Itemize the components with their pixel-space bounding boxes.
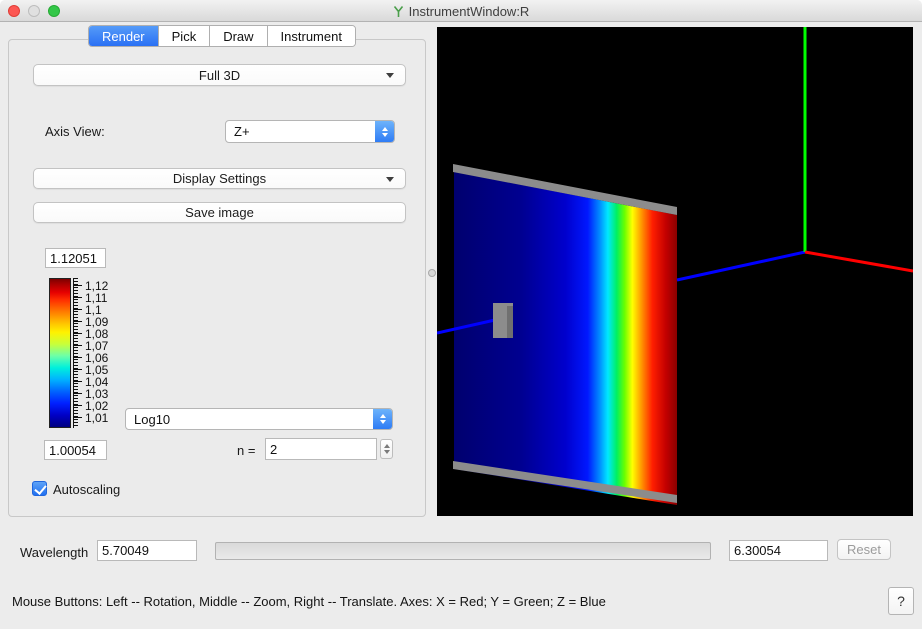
app-icon bbox=[393, 5, 404, 18]
save-image-label: Save image bbox=[185, 205, 254, 220]
x-axis-line bbox=[805, 252, 913, 271]
z-axis-line bbox=[677, 252, 805, 280]
tab-bar: RenderPickDrawInstrument bbox=[88, 25, 356, 47]
power-stepper[interactable] bbox=[380, 439, 393, 459]
combobox-arrows-icon bbox=[375, 121, 394, 142]
splitter-handle[interactable] bbox=[428, 269, 436, 277]
scale-type-value: Log10 bbox=[134, 412, 170, 427]
wavelength-max-input[interactable]: 6.30054 bbox=[729, 540, 828, 561]
window-title: InstrumentWindow:R bbox=[409, 4, 530, 19]
wavelength-label: Wavelength bbox=[20, 545, 88, 560]
wavelength-min-input[interactable]: 5.70049 bbox=[97, 540, 197, 561]
projection-dropdown-label: Full 3D bbox=[199, 68, 240, 83]
stepper-up-icon bbox=[384, 444, 390, 448]
instrument-3d-viewport[interactable] bbox=[437, 27, 913, 516]
combobox-arrows-icon bbox=[373, 409, 392, 429]
colorbar-tick-label: 1,01 bbox=[85, 412, 108, 424]
help-button[interactable]: ? bbox=[888, 587, 914, 615]
wavelength-range-slider[interactable] bbox=[215, 542, 711, 560]
scale-type-combobox[interactable]: Log10 bbox=[125, 408, 393, 430]
reset-button[interactable]: Reset bbox=[837, 539, 891, 560]
power-input[interactable]: 2 bbox=[265, 438, 377, 460]
save-image-button[interactable]: Save image bbox=[33, 202, 406, 223]
autoscaling-checkbox[interactable] bbox=[32, 481, 47, 496]
title-bar: InstrumentWindow:R bbox=[0, 0, 922, 22]
axis-view-value: Z+ bbox=[234, 124, 250, 139]
tab[interactable]: Draw bbox=[210, 26, 267, 46]
instrument-3d-scene bbox=[437, 27, 913, 516]
power-label: n = bbox=[237, 443, 255, 458]
axis-view-combobox[interactable]: Z+ bbox=[225, 120, 395, 143]
tab[interactable]: Pick bbox=[159, 26, 211, 46]
scale-max-input[interactable]: 1.12051 bbox=[45, 248, 106, 268]
instrument-window: InstrumentWindow:R RenderPickDrawInstrum… bbox=[0, 0, 922, 629]
sample-block-side bbox=[507, 306, 513, 338]
display-settings-dropdown-button[interactable]: Display Settings bbox=[33, 168, 406, 189]
projection-dropdown-button[interactable]: Full 3D bbox=[33, 64, 406, 86]
window-title-area: InstrumentWindow:R bbox=[0, 0, 922, 22]
stepper-down-icon bbox=[384, 450, 390, 454]
status-bar-text: Mouse Buttons: Left -- Rotation, Middle … bbox=[12, 594, 606, 609]
chevron-down-icon bbox=[386, 73, 394, 78]
axis-view-label: Axis View: bbox=[45, 124, 105, 139]
chevron-down-icon bbox=[386, 177, 394, 182]
tab[interactable]: Instrument bbox=[268, 26, 355, 46]
scale-min-input[interactable]: 1.00054 bbox=[44, 440, 107, 460]
detector-panel bbox=[454, 172, 677, 505]
tab[interactable]: Render bbox=[89, 26, 159, 46]
display-settings-label: Display Settings bbox=[173, 171, 266, 186]
autoscaling-label: Autoscaling bbox=[53, 482, 120, 497]
